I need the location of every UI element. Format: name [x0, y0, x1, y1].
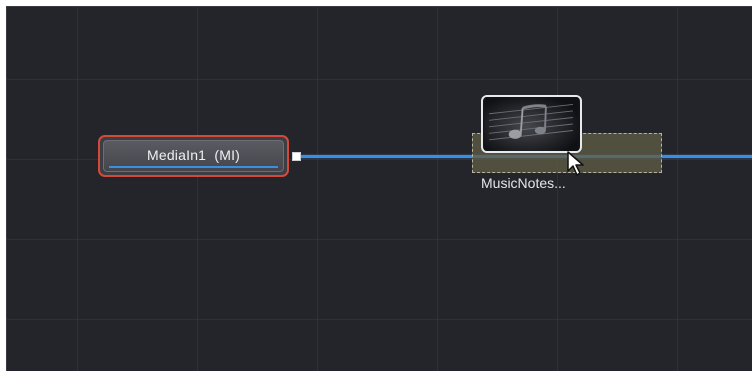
- music-notes-thumbnail-icon: [484, 97, 579, 151]
- mediain-node-output-bar: [109, 166, 278, 168]
- grid-line: [677, 7, 678, 371]
- grid-line: [317, 7, 318, 371]
- mediain-node-body: MediaIn1 (MI): [103, 140, 284, 172]
- grid-line: [197, 7, 198, 371]
- mediain-node[interactable]: MediaIn1 (MI): [98, 135, 289, 177]
- grid-line: [437, 7, 438, 371]
- node-editor-canvas[interactable]: MediaIn1 (MI) MusicNotes...: [6, 6, 752, 371]
- music-notes-node-label: MusicNotes...: [481, 175, 566, 191]
- screenshot-frame: MediaIn1 (MI) MusicNotes...: [0, 0, 752, 377]
- grid-line: [7, 239, 752, 240]
- grid-line: [7, 79, 752, 80]
- mediain-node-label: MediaIn1 (MI): [146, 147, 241, 163]
- grid-line: [77, 7, 78, 371]
- mediain-output-port[interactable]: [292, 152, 301, 161]
- music-notes-node[interactable]: [481, 95, 582, 153]
- arrow-cursor-icon: [567, 151, 584, 176]
- grid-line: [7, 319, 752, 320]
